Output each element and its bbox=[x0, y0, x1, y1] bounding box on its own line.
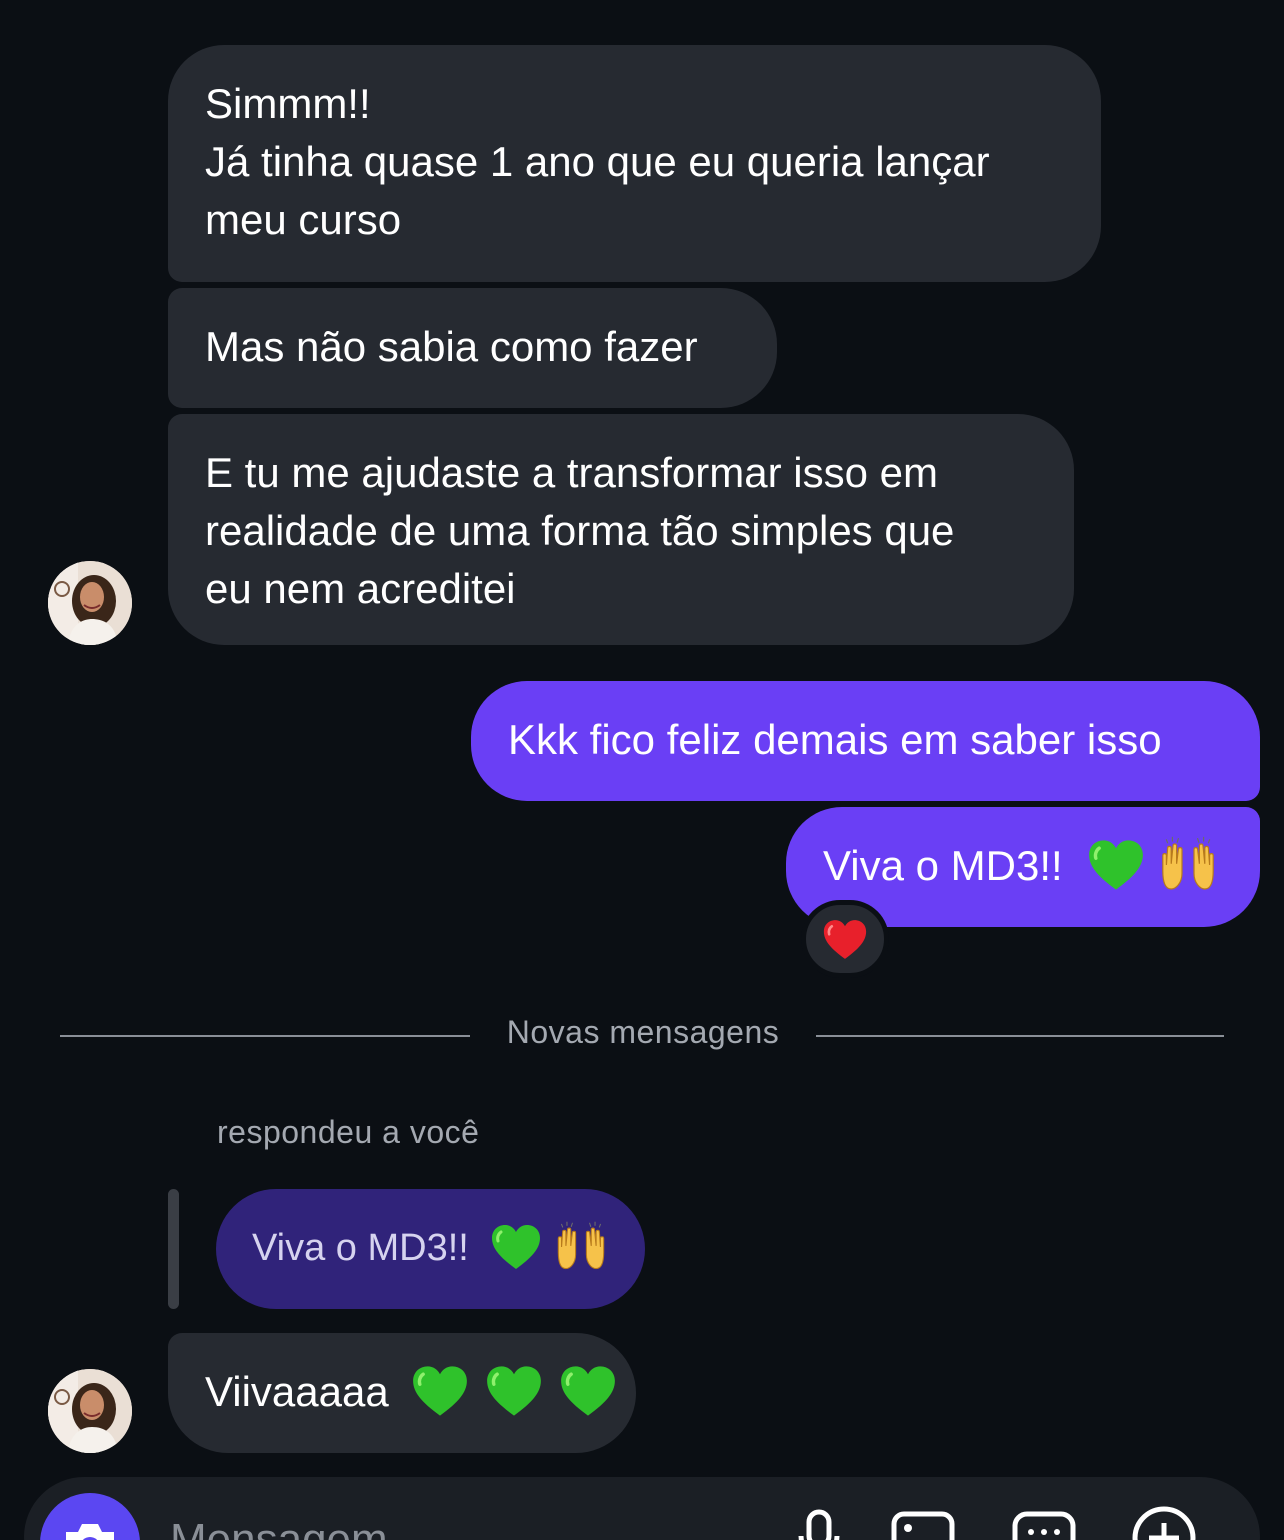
message-text: realidade de uma forma tão simples que bbox=[205, 507, 955, 554]
message-text: E tu me ajudaste a transformar isso em bbox=[205, 449, 938, 496]
new-messages-divider: Novas mensagens bbox=[506, 1014, 780, 1050]
sticker-icon bbox=[1012, 1511, 1076, 1540]
red-heart-icon bbox=[823, 919, 867, 960]
quoted-text: Viva o MD3!! bbox=[252, 1227, 469, 1269]
contact-avatar[interactable] bbox=[48, 1369, 132, 1453]
message-text: Mas não sabia como fazer bbox=[205, 323, 698, 370]
message-text: meu curso bbox=[205, 196, 402, 243]
reply-context-label: respondeu a você bbox=[217, 1114, 480, 1150]
microphone-icon bbox=[798, 1509, 840, 1540]
message-text: Viivaaaaa bbox=[205, 1368, 389, 1415]
message-text: Kkk fico feliz demais em saber isso bbox=[508, 716, 1162, 763]
avatar-image bbox=[48, 561, 132, 645]
message-text: Simmm!! bbox=[205, 80, 371, 127]
contact-avatar[interactable] bbox=[48, 561, 132, 645]
reply-indicator-bar bbox=[168, 1189, 179, 1309]
sticker-button[interactable] bbox=[1009, 1503, 1079, 1540]
message-reaction[interactable] bbox=[801, 900, 889, 978]
green-heart-icon bbox=[1088, 839, 1144, 891]
incoming-message-bubble[interactable]: Mas não sabia como fazer bbox=[168, 288, 777, 408]
gallery-button[interactable] bbox=[888, 1503, 958, 1540]
raising-hands-icon bbox=[1158, 835, 1218, 895]
more-options-button[interactable] bbox=[1129, 1503, 1199, 1540]
incoming-message-bubble[interactable]: Viivaaaaa bbox=[168, 1333, 636, 1453]
avatar-image bbox=[48, 1369, 132, 1453]
image-icon bbox=[891, 1511, 955, 1540]
divider-line bbox=[816, 1035, 1224, 1037]
message-input[interactable] bbox=[170, 1515, 730, 1540]
raising-hands-icon bbox=[554, 1220, 608, 1274]
plus-icon bbox=[1132, 1506, 1196, 1540]
green-heart-icon bbox=[491, 1224, 541, 1270]
green-heart-icon bbox=[560, 1365, 616, 1417]
divider-line bbox=[60, 1035, 470, 1037]
message-text: Já tinha quase 1 ano que eu queria lança… bbox=[205, 138, 990, 185]
message-composer bbox=[24, 1477, 1260, 1540]
voice-message-button[interactable] bbox=[784, 1503, 854, 1540]
incoming-message-bubble[interactable]: Simmm!! Já tinha quase 1 ano que eu quer… bbox=[168, 45, 1101, 282]
green-heart-icon bbox=[412, 1365, 468, 1417]
quoted-message[interactable]: Viva o MD3!! bbox=[216, 1189, 645, 1309]
incoming-message-bubble[interactable]: E tu me ajudaste a transformar isso em r… bbox=[168, 414, 1074, 645]
camera-icon bbox=[66, 1524, 114, 1540]
outgoing-message-bubble[interactable]: Kkk fico feliz demais em saber isso bbox=[471, 681, 1260, 801]
message-text: Viva o MD3!! bbox=[823, 842, 1063, 889]
camera-button[interactable] bbox=[40, 1493, 140, 1540]
message-text: eu nem acreditei bbox=[205, 565, 516, 612]
green-heart-icon bbox=[486, 1365, 542, 1417]
